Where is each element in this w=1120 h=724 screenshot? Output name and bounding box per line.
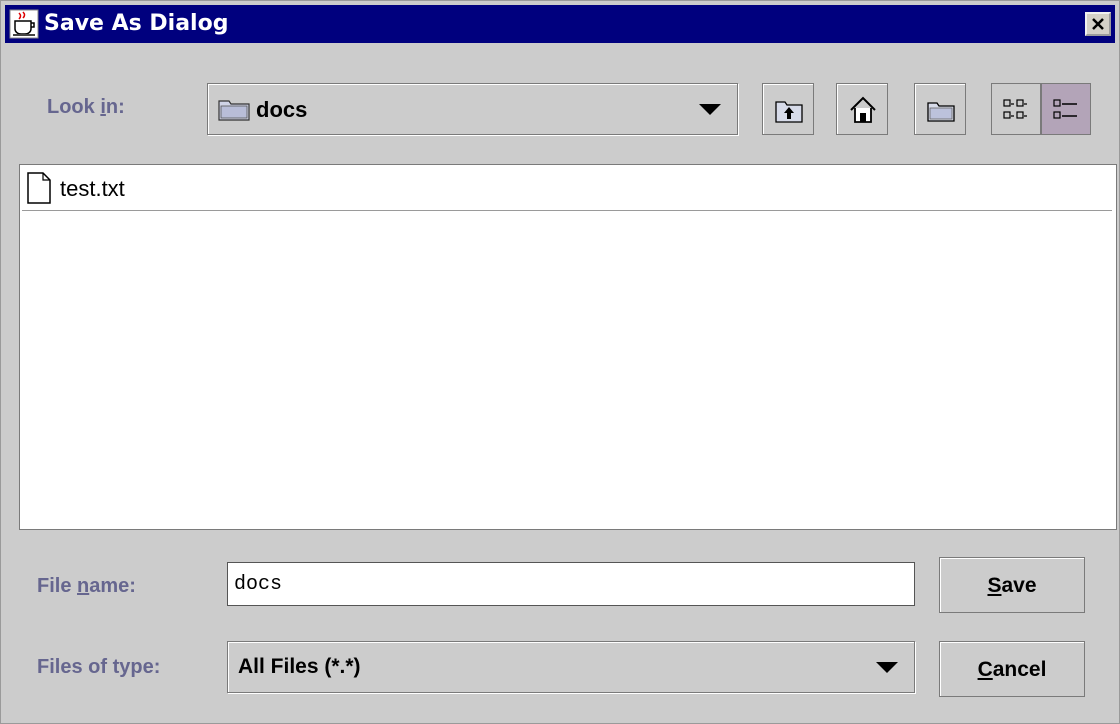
list-view-button[interactable] xyxy=(991,83,1041,135)
file-name-label: test.txt xyxy=(60,176,125,201)
home-button[interactable] xyxy=(836,83,888,135)
window-title: Save As Dialog xyxy=(44,11,229,36)
file-name-field[interactable] xyxy=(227,562,915,606)
look-in-label: Look in: xyxy=(47,96,125,118)
file-list[interactable]: test.txt xyxy=(19,164,1117,530)
file-type-value: All Files (*.*) xyxy=(238,655,361,678)
java-cup-icon xyxy=(9,9,39,39)
look-in-value: docs xyxy=(256,97,308,122)
file-type-combobox[interactable]: All Files (*.*) xyxy=(227,641,915,693)
file-icon xyxy=(27,172,51,204)
chevron-down-icon xyxy=(699,104,721,115)
details-view-icon xyxy=(1053,99,1077,119)
title-bar[interactable]: Save As Dialog xyxy=(5,5,1115,43)
up-folder-icon xyxy=(775,101,803,123)
list-view-icon xyxy=(1003,99,1027,119)
up-one-level-button[interactable] xyxy=(762,83,814,135)
save-button[interactable]: Save xyxy=(939,557,1085,613)
file-name-label: File name: xyxy=(37,575,136,597)
look-in-combobox[interactable]: docs xyxy=(207,83,738,135)
close-icon xyxy=(1092,18,1104,30)
close-button[interactable] xyxy=(1085,12,1111,36)
new-folder-icon xyxy=(927,102,955,122)
chevron-down-icon xyxy=(876,662,898,673)
cancel-button[interactable]: Cancel xyxy=(939,641,1085,697)
save-as-dialog: Save As Dialog Look in: docs test.txt Fi… xyxy=(0,0,1120,724)
folder-icon xyxy=(218,100,250,121)
home-icon xyxy=(850,96,876,123)
details-view-button[interactable] xyxy=(1041,83,1091,135)
file-type-label: Files of type: xyxy=(37,656,161,678)
new-folder-button[interactable] xyxy=(914,83,966,135)
list-item[interactable]: test.txt xyxy=(22,166,1112,211)
